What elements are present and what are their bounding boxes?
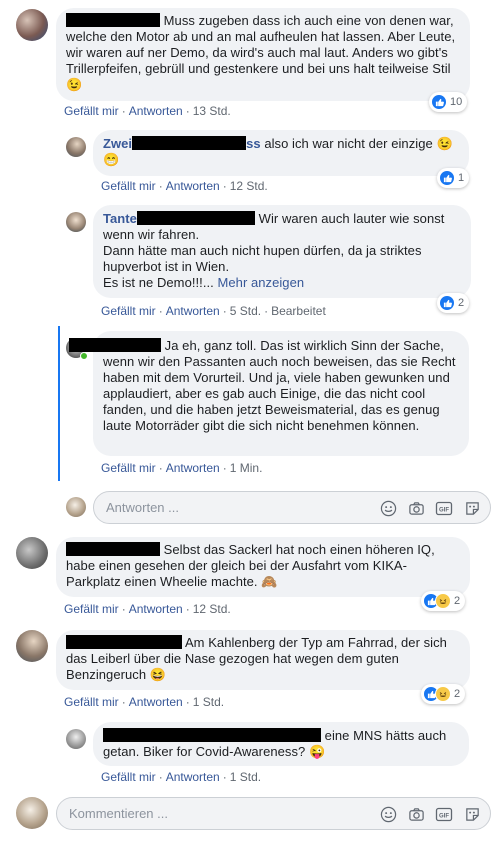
smiley-icon[interactable] (378, 804, 398, 824)
avatar[interactable] (66, 137, 86, 157)
reply-placeholder: Antworten ... (106, 500, 179, 515)
reactions-summary[interactable]: 2 (421, 591, 466, 611)
edited-label: Bearbeitet (271, 304, 326, 318)
like-link[interactable]: Gefällt mir (101, 304, 156, 318)
redacted-name (66, 542, 160, 556)
like-link[interactable]: Gefällt mir (101, 461, 156, 475)
avatar[interactable] (66, 212, 86, 232)
redacted-name (66, 13, 160, 27)
redacted-name (66, 635, 182, 649)
reactions-count: 1 (458, 172, 465, 184)
reply-link[interactable]: Antworten (129, 695, 183, 709)
svg-text:GIF: GIF (439, 507, 449, 513)
reactions-summary[interactable]: 10 (429, 92, 468, 112)
reply-text-line3: Es ist ne Demo!!!... (103, 275, 214, 290)
reply-bubble: Tante Wir waren auch lauter wie sonst we… (93, 205, 471, 298)
reply-author-suffix[interactable]: ss (246, 136, 261, 151)
timestamp[interactable]: 1 Std. (193, 695, 224, 709)
redacted-name (69, 338, 161, 352)
reply-link[interactable]: Antworten (129, 602, 183, 616)
reply-actions: Gefällt mir · Antworten · 12 Std. (101, 179, 268, 193)
timestamp[interactable]: 1 Min. (230, 461, 263, 475)
comment-actions: Gefällt mir · Antworten · 1 Std. (64, 695, 225, 709)
like-link[interactable]: Gefällt mir (64, 602, 119, 616)
sticker-icon[interactable] (462, 804, 482, 824)
reactions-count: 2 (458, 297, 465, 309)
reactions-summary[interactable]: 2 (421, 684, 466, 704)
reply-actions: Gefällt mir · Antworten · 1 Min. (101, 461, 263, 475)
comment-emoji: 🙈 (261, 574, 278, 589)
like-link[interactable]: Gefällt mir (101, 179, 156, 193)
comment-bubble: Muss zugeben dass ich auch eine von dene… (56, 8, 470, 101)
reply-emoji: 😜 (308, 744, 326, 759)
camera-icon[interactable] (406, 804, 426, 824)
haha-icon (435, 686, 451, 702)
timestamp[interactable]: 5 Std. (230, 304, 261, 318)
reply-bubble: Ja eh, ganz toll. Das ist wirklich Sinn … (69, 331, 469, 456)
comment-bubble: Selbst das Sackerl hat noch einen höhere… (56, 537, 470, 597)
reactions-summary[interactable]: 2 (437, 293, 470, 313)
comment-input[interactable]: Kommentieren ... GIF (56, 797, 491, 830)
like-icon (439, 170, 455, 186)
svg-text:GIF: GIF (439, 813, 449, 819)
reply-bubble: Zwei ss also ich war nicht der einzige 😉 … (93, 130, 469, 176)
comment-actions: Gefällt mir · Antworten · 12 Std. (64, 602, 231, 616)
timestamp[interactable]: 12 Std. (193, 602, 231, 616)
highlight-bar (58, 326, 60, 481)
timestamp[interactable]: 13 Std. (193, 104, 231, 118)
reply-link[interactable]: Antworten (166, 304, 220, 318)
show-more-link[interactable]: Mehr anzeigen (218, 275, 305, 290)
reply-bubble: eine MNS hätts auch getan. Biker for Cov… (93, 722, 469, 766)
comment-emoji: 😆 (149, 667, 167, 682)
like-link[interactable]: Gefällt mir (64, 104, 119, 118)
comment-emoji: 😉 (66, 77, 83, 92)
timestamp[interactable]: 12 Std. (230, 179, 268, 193)
like-icon (439, 295, 455, 311)
like-link[interactable]: Gefällt mir (64, 695, 119, 709)
reply-link[interactable]: Antworten (129, 104, 183, 118)
reply-text-line2: Dann hätte man auch nicht hupen dürfen, … (103, 243, 422, 274)
avatar (16, 797, 48, 829)
reply-link[interactable]: Antworten (166, 179, 220, 193)
reactions-count: 2 (454, 595, 461, 607)
redacted-name (136, 211, 255, 225)
online-indicator (80, 352, 88, 360)
reply-text: Ja eh, ganz toll. Das ist wirklich Sinn … (103, 338, 456, 433)
avatar[interactable] (16, 630, 48, 662)
redacted-name (132, 136, 247, 150)
comment-placeholder: Kommentieren ... (69, 806, 168, 821)
like-link[interactable]: Gefällt mir (101, 770, 156, 784)
timestamp[interactable]: 1 Std. (230, 770, 261, 784)
comment-bubble: Am Kahlenberg der Typ am Fahrrad, der si… (56, 630, 470, 690)
reply-link[interactable]: Antworten (166, 770, 220, 784)
reply-text: also ich war nicht der einzige (264, 136, 433, 151)
reply-link[interactable]: Antworten (166, 461, 220, 475)
comment-actions: Gefällt mir · Antworten · 13 Std. (64, 104, 231, 118)
reply-author[interactable]: Zwei (103, 136, 132, 151)
sticker-icon[interactable] (462, 498, 482, 518)
smiley-icon[interactable] (378, 498, 398, 518)
reply-input[interactable]: Antworten ... GIF (93, 491, 491, 524)
camera-icon[interactable] (406, 498, 426, 518)
avatar[interactable] (16, 537, 48, 569)
reactions-count: 2 (454, 688, 461, 700)
reactions-count: 10 (450, 96, 463, 108)
redacted-name (103, 728, 321, 742)
reply-author[interactable]: Tante (103, 211, 137, 226)
reactions-summary[interactable]: 1 (437, 168, 470, 188)
gif-icon[interactable]: GIF (434, 498, 454, 518)
haha-icon (435, 593, 451, 609)
reply-actions: Gefällt mir · Antworten · 1 Std. (101, 770, 262, 784)
gif-icon[interactable]: GIF (434, 804, 454, 824)
avatar[interactable] (66, 729, 86, 749)
avatar (66, 497, 86, 517)
like-icon (431, 94, 447, 110)
avatar[interactable] (16, 9, 48, 41)
reply-actions: Gefällt mir · Antworten · 5 Std. · Bearbeitet (101, 304, 326, 318)
